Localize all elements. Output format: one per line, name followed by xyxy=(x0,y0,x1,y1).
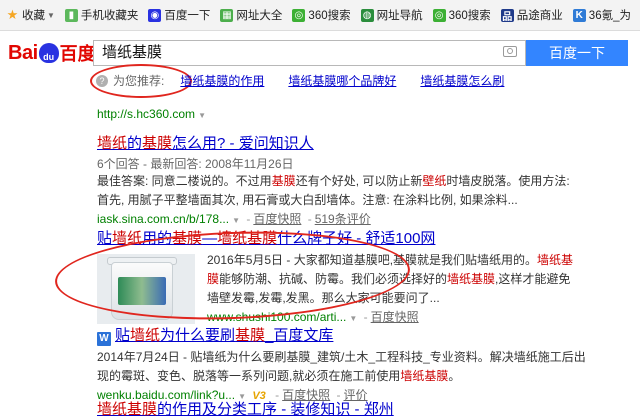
snapshot-link[interactable]: 百度快照 xyxy=(371,310,419,324)
star-icon: ★ xyxy=(6,7,19,22)
snapshot-link[interactable]: 百度快照 xyxy=(282,388,330,402)
bookmark-item[interactable]: ◎ 360搜索 xyxy=(432,7,491,23)
recommend-row: ? 为您推荐: 墙纸基膜的作用 墙纸基膜哪个品牌好 墙纸基膜怎么刷 xyxy=(96,72,528,89)
camera-icon[interactable] xyxy=(503,46,517,57)
result-thumbnail[interactable] xyxy=(97,254,195,324)
result-meta: 6个回答 - 最新回答: 2008年11月26日 xyxy=(97,157,294,171)
result-item: 墙纸的基膜怎么用? - 爱问知识人 6个回答 - 最新回答: 2008年11月2… xyxy=(97,135,637,227)
result-body: 2016年5月5日 - 大家都知道基膜吧,基膜就是我们贴墙纸用的。墙纸基 膜能够… xyxy=(207,251,637,325)
result-url-only: http://s.hc360.com ▼ xyxy=(97,107,206,121)
review-link[interactable]: 评价 xyxy=(344,388,368,402)
result-abstract: 2014年7月24日 - 贴墙纸为什么要刷基膜_建筑/土木_工程科技_专业资料。… xyxy=(97,350,586,364)
paint-bucket-image xyxy=(111,262,173,320)
question-icon: ? xyxy=(96,74,108,87)
bookmark-label: 360搜索 xyxy=(308,10,351,22)
result-footer: www.shushi100.com/arti... ▼ - 百度快照 xyxy=(207,310,419,324)
recommend-label-text: 为您推荐: xyxy=(113,74,165,88)
result-url[interactable]: wenku.baidu.com/link?u... xyxy=(97,388,235,402)
dropdown-icon[interactable]: ▼ xyxy=(238,392,246,401)
result-abstract: 首先, 用腻子平整墙面其次, 用石膏或大白刮墙体。注意: 在涂料比例, 如果涂料… xyxy=(97,193,518,207)
bookmark-item[interactable]: K 36氪_为 xyxy=(572,7,631,23)
bookmark-item[interactable]: ◉ 百度一下 xyxy=(148,7,210,23)
recommend-link[interactable]: 墙纸基膜怎么刷 xyxy=(420,72,504,89)
360-icon: ◎ xyxy=(432,8,446,22)
logo-text-bai: Bai xyxy=(8,41,38,64)
result-title[interactable]: 墙纸基膜的作用及分类工序 - 装修知识 - 郑州 xyxy=(97,401,394,419)
paw-icon: du xyxy=(38,43,59,63)
search-input[interactable]: 墙纸基膜 xyxy=(93,40,526,66)
bookmark-label: 收藏 xyxy=(22,10,45,22)
dropdown-icon[interactable]: ▼ xyxy=(349,314,357,323)
result-title[interactable]: W 贴墙纸为什么要刷基膜_百度文库 xyxy=(97,327,637,346)
grid-icon: ▦ xyxy=(220,8,234,22)
pintu-icon: 品 xyxy=(500,8,514,23)
bookmark-label: 网址导航 xyxy=(376,10,423,22)
recommend-label: ? 为您推荐: xyxy=(96,72,164,89)
36kr-icon: K xyxy=(572,8,586,22)
bookmark-item[interactable]: ▮ 手机收藏夹 xyxy=(64,7,139,23)
360-icon: ◎ xyxy=(292,8,306,22)
result-url[interactable]: http://s.hc360.com xyxy=(97,107,195,121)
result-url[interactable]: www.shushi100.com/arti... xyxy=(207,310,346,324)
bookmark-item[interactable]: 品品途商业 xyxy=(500,7,563,23)
bucket-label xyxy=(118,277,166,305)
bookmark-label: 品途商业 xyxy=(516,10,563,22)
recommend-link[interactable]: 墙纸基膜哪个品牌好 xyxy=(288,72,396,89)
logo-text-baidu: 百度 xyxy=(59,44,96,64)
recommend-link[interactable]: 墙纸基膜的作用 xyxy=(180,72,264,89)
result-item: W 贴墙纸为什么要刷基膜_百度文库 2014年7月24日 - 贴墙纸为什么要刷基膜… xyxy=(97,327,637,403)
result-abstract: 最佳答案: 同意二楼说的。不过用基膜还有个好处, 可以防止新壁纸时墙皮脱落。使用… xyxy=(97,174,570,188)
bookmark-label: 手机收藏夹 xyxy=(80,10,139,22)
result-url[interactable]: iask.sina.com.cn/b/178... xyxy=(97,212,229,226)
bookmark-item[interactable]: ◍ 网址导航 xyxy=(360,7,423,23)
globe-icon: ◍ xyxy=(360,8,374,22)
baidu-icon: ◉ xyxy=(148,8,162,22)
wenku-icon: W xyxy=(97,332,111,346)
snapshot-link[interactable]: 百度快照 xyxy=(253,212,301,226)
bookmark-item[interactable]: ◎ 360搜索 xyxy=(292,7,351,23)
bookmark-item[interactable]: ▦ 网址大全 xyxy=(220,7,282,23)
bookmark-label: 36氪_为 xyxy=(588,10,631,22)
bookmark-label: 网址大全 xyxy=(236,10,283,22)
phone-icon: ▮ xyxy=(64,8,78,22)
search-button[interactable]: 百度一下 xyxy=(526,40,628,66)
bookmark-label: 360搜索 xyxy=(448,10,491,22)
dropdown-icon[interactable]: ▼ xyxy=(198,111,206,120)
baidu-header: Bai du 百度 墙纸基膜 百度一下 ? 为您推荐: 墙纸基膜的作用 墙纸基膜… xyxy=(0,31,640,98)
result-abstract: 现的霉斑、变色、脱落等一系列问题,就必须在施工前使用墙纸基膜。 xyxy=(97,369,461,383)
bookmark-label: 百度一下 xyxy=(164,10,211,22)
chevron-down-icon[interactable]: ▼ xyxy=(47,11,55,20)
bookmark-item[interactable]: ★ 收藏 ▼ xyxy=(6,7,55,23)
result-title[interactable]: 墙纸的基膜怎么用? - 爱问知识人 xyxy=(97,135,637,153)
review-link[interactable]: 519条评价 xyxy=(315,212,371,226)
dropdown-icon[interactable]: ▼ xyxy=(232,216,240,225)
result-item: 贴墙纸用的基膜—墙纸基膜什么牌子好 - 舒适100网 2016年5月5日 - 大… xyxy=(97,230,637,324)
result-title[interactable]: 贴墙纸用的基膜—墙纸基膜什么牌子好 - 舒适100网 xyxy=(97,230,637,248)
baidu-logo[interactable]: Bai du 百度 xyxy=(8,40,96,66)
bookmarks-bar: ★ 收藏 ▼ ▮ 手机收藏夹 ◉ 百度一下 ▦ 网址大全 ◎ 360搜索 ◍ 网址导航 ◎ 360搜索品品途… xyxy=(0,0,640,31)
search-query[interactable]: 墙纸基膜 xyxy=(102,41,162,65)
result-footer: iask.sina.com.cn/b/178... ▼ - 百度快照 -519条评价 xyxy=(97,212,371,226)
